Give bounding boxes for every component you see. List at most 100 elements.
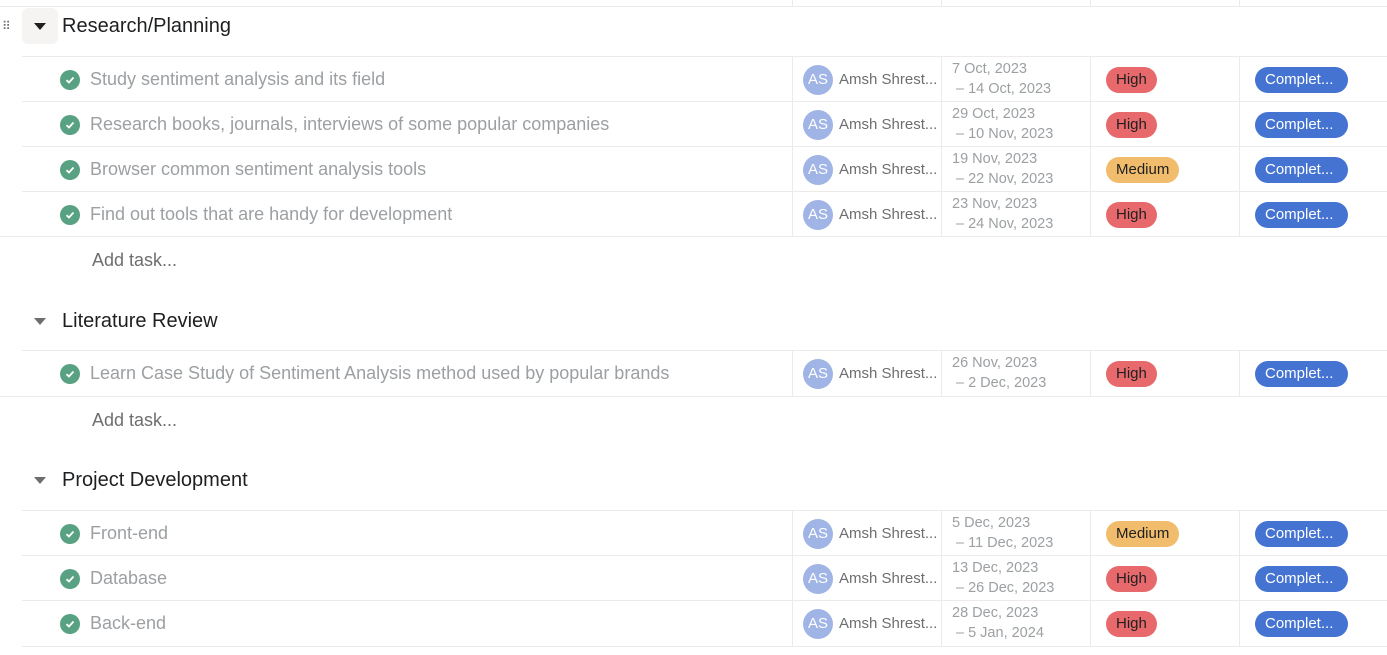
status-cell[interactable]: Complet... (1239, 102, 1387, 147)
check-complete-icon[interactable] (60, 204, 80, 225)
priority-badge[interactable]: High (1106, 565, 1157, 592)
priority-badge[interactable]: Medium (1106, 520, 1180, 547)
add-task-button[interactable]: Add task... (92, 250, 177, 271)
section-title[interactable]: Project Development (62, 469, 248, 492)
check-complete-icon[interactable] (60, 363, 80, 384)
assignee-cell[interactable]: AS Amsh Shrest... (792, 147, 941, 192)
task-row[interactable]: Front-end AS Amsh Shrest... 5 Dec, 2023 – … (22, 510, 1387, 556)
due-date-cell[interactable]: 23 Nov, 2023 – 24 Nov, 2023 (941, 192, 1090, 237)
start-date: 23 Nov, 2023 (952, 196, 1038, 212)
task-name[interactable]: Database (90, 568, 167, 589)
collapse-toggle[interactable] (22, 303, 58, 339)
priority-cell[interactable]: High (1090, 351, 1239, 396)
section-title[interactable]: Literature Review (62, 310, 218, 333)
due-date-cell[interactable]: 13 Dec, 2023 – 26 Dec, 2023 (941, 556, 1090, 601)
assignee-name: Amsh Shrest... (839, 570, 937, 587)
priority-cell[interactable]: High (1090, 556, 1239, 601)
status-cell[interactable]: Complet... (1239, 556, 1387, 601)
priority-cell[interactable]: High (1090, 192, 1239, 237)
section-header-literature-review: Literature Review (0, 299, 1387, 343)
assignee-cell[interactable]: AS Amsh Shrest... (792, 57, 941, 102)
assignee-name: Amsh Shrest... (839, 71, 937, 88)
priority-cell[interactable]: High (1090, 57, 1239, 102)
end-date: – 11 Dec, 2023 (956, 535, 1054, 551)
due-date-cell[interactable]: 29 Oct, 2023 – 10 Nov, 2023 (941, 102, 1090, 147)
priority-cell[interactable]: High (1090, 601, 1239, 646)
section-title[interactable]: Research/Planning (62, 15, 231, 38)
assignee-cell[interactable]: AS Amsh Shrest... (792, 601, 941, 646)
status-cell[interactable]: Complet... (1239, 147, 1387, 192)
due-date-cell[interactable]: 5 Dec, 2023 – 11 Dec, 2023 (941, 511, 1090, 556)
priority-badge[interactable]: High (1106, 610, 1157, 637)
start-date: 19 Nov, 2023 (952, 151, 1038, 167)
task-name[interactable]: Front-end (90, 523, 168, 544)
section-header-project-development: Project Development (0, 458, 1387, 502)
check-complete-icon[interactable] (60, 114, 80, 135)
task-row[interactable]: Study sentiment analysis and its field A… (22, 56, 1387, 102)
end-date: – 14 Oct, 2023 (956, 81, 1052, 97)
due-date-cell[interactable]: 19 Nov, 2023 – 22 Nov, 2023 (941, 147, 1090, 192)
assignee-name: Amsh Shrest... (839, 161, 937, 178)
check-complete-icon[interactable] (60, 613, 80, 634)
due-date-cell[interactable]: 7 Oct, 2023 – 14 Oct, 2023 (941, 57, 1090, 102)
priority-cell[interactable]: Medium (1090, 147, 1239, 192)
end-date: – 2 Dec, 2023 (956, 375, 1047, 391)
priority-badge[interactable]: High (1106, 360, 1157, 387)
check-complete-icon[interactable] (60, 159, 80, 180)
add-task-button[interactable]: Add task... (92, 410, 177, 431)
assignee-cell[interactable]: AS Amsh Shrest... (792, 556, 941, 601)
task-name[interactable]: Research books, journals, interviews of … (90, 114, 609, 135)
task-row[interactable]: Research books, journals, interviews of … (22, 101, 1387, 147)
assignee-name: Amsh Shrest... (839, 365, 937, 382)
start-date: 5 Dec, 2023 (952, 515, 1031, 531)
check-complete-icon[interactable] (60, 69, 80, 90)
task-name[interactable]: Back-end (90, 613, 166, 634)
end-date: – 26 Dec, 2023 (956, 580, 1055, 596)
status-cell[interactable]: Complet... (1239, 601, 1387, 646)
add-task-row[interactable]: Add task... (0, 236, 1387, 283)
task-row[interactable]: Browser common sentiment analysis tools … (22, 146, 1387, 192)
status-badge[interactable]: Complet... (1255, 201, 1348, 228)
status-cell[interactable]: Complet... (1239, 351, 1387, 396)
status-badge[interactable]: Complet... (1255, 360, 1348, 387)
due-date-cell[interactable]: 26 Nov, 2023 – 2 Dec, 2023 (941, 351, 1090, 396)
status-badge[interactable]: Complet... (1255, 520, 1348, 547)
priority-cell[interactable]: Medium (1090, 511, 1239, 556)
priority-badge[interactable]: High (1106, 66, 1157, 93)
collapse-toggle[interactable] (22, 462, 58, 498)
assignee-cell[interactable]: AS Amsh Shrest... (792, 102, 941, 147)
task-name[interactable]: Browser common sentiment analysis tools (90, 159, 426, 180)
due-date-cell[interactable]: 28 Dec, 2023 – 5 Jan, 2024 (941, 601, 1090, 646)
check-complete-icon[interactable] (60, 523, 80, 544)
status-badge[interactable]: Complet... (1255, 66, 1348, 93)
caret-down-icon (34, 476, 46, 484)
task-row[interactable]: Find out tools that are handy for develo… (22, 191, 1387, 237)
task-row[interactable]: Database AS Amsh Shrest... 13 Dec, 2023 – … (22, 555, 1387, 601)
status-badge[interactable]: Complet... (1255, 111, 1348, 138)
end-date: – 10 Nov, 2023 (956, 126, 1054, 142)
task-row[interactable]: Learn Case Study of Sentiment Analysis m… (22, 350, 1387, 396)
drag-handle-icon[interactable]: ⠿ (2, 20, 12, 32)
status-cell[interactable]: Complet... (1239, 192, 1387, 237)
status-cell[interactable]: Complet... (1239, 57, 1387, 102)
check-complete-icon[interactable] (60, 568, 80, 589)
start-date: 26 Nov, 2023 (952, 355, 1038, 371)
assignee-cell[interactable]: AS Amsh Shrest... (792, 192, 941, 237)
avatar: AS (803, 154, 833, 185)
priority-badge[interactable]: Medium (1106, 156, 1180, 183)
status-badge[interactable]: Complet... (1255, 565, 1348, 592)
task-name[interactable]: Study sentiment analysis and its field (90, 69, 385, 90)
status-badge[interactable]: Complet... (1255, 156, 1348, 183)
task-name[interactable]: Find out tools that are handy for develo… (90, 204, 452, 225)
collapse-toggle[interactable] (22, 8, 58, 44)
priority-badge[interactable]: High (1106, 111, 1157, 138)
priority-badge[interactable]: High (1106, 201, 1157, 228)
add-task-row[interactable]: Add task... (0, 396, 1387, 443)
status-cell[interactable]: Complet... (1239, 511, 1387, 556)
status-badge[interactable]: Complet... (1255, 610, 1348, 637)
task-row[interactable]: Back-end AS Amsh Shrest... 28 Dec, 2023 – … (22, 600, 1387, 647)
task-name[interactable]: Learn Case Study of Sentiment Analysis m… (90, 363, 669, 384)
assignee-cell[interactable]: AS Amsh Shrest... (792, 351, 941, 396)
priority-cell[interactable]: High (1090, 102, 1239, 147)
assignee-cell[interactable]: AS Amsh Shrest... (792, 511, 941, 556)
